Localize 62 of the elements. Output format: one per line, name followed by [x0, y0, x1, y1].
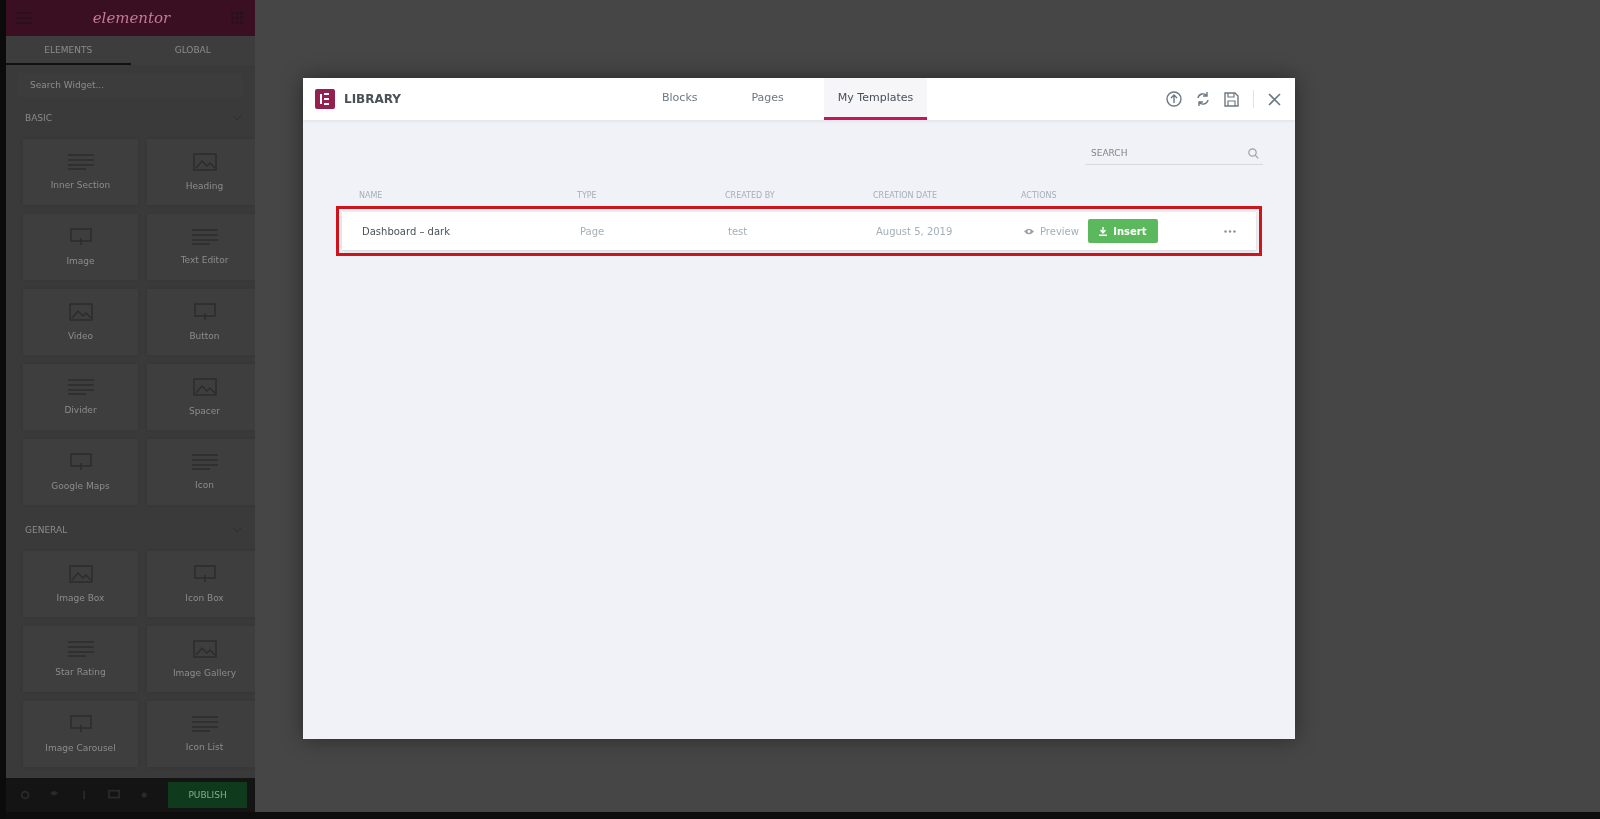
- widget-label: Spacer: [188, 406, 221, 416]
- more-icon[interactable]: [1224, 229, 1236, 233]
- widget-card[interactable]: Heading: [147, 139, 255, 205]
- widget-label: Image: [66, 256, 95, 266]
- column-header: CREATED BY: [725, 191, 776, 200]
- panel-tab[interactable]: GLOBAL: [130, 36, 255, 65]
- widget-label: Button: [189, 331, 220, 341]
- widget-label: Heading: [185, 181, 224, 191]
- widget-card[interactable]: Icon List: [147, 701, 255, 767]
- table-cell-text: Page: [580, 225, 606, 237]
- table-cell-text: test: [728, 225, 749, 237]
- column-header: NAME: [359, 191, 384, 200]
- table-cell-text: Dashboard – dark: [362, 225, 451, 237]
- widget-card[interactable]: Image Carousel: [23, 701, 138, 767]
- close-icon[interactable]: [1268, 92, 1281, 106]
- column-header: CREATION DATE: [873, 191, 938, 200]
- widget-label: Text Editor: [180, 255, 229, 265]
- widget-card[interactable]: Image Gallery: [147, 626, 255, 692]
- library-tab[interactable]: Pages: [737, 78, 798, 120]
- widget-label: Image Carousel: [45, 743, 116, 753]
- widget-label: Icon List: [185, 742, 224, 752]
- widget-label: Inner Section: [50, 180, 111, 190]
- logo-icon: [315, 89, 335, 109]
- widget-card[interactable]: Star Rating: [23, 626, 138, 692]
- widget-label: Image Box: [56, 593, 105, 603]
- column-header: TYPE: [577, 191, 598, 200]
- widget-card[interactable]: Image: [23, 214, 138, 280]
- panel-tab[interactable]: ELEMENTS: [6, 36, 131, 65]
- widget-label: Icon Box: [185, 593, 224, 603]
- download-icon: [1099, 226, 1108, 236]
- widget-card[interactable]: Video: [23, 289, 138, 355]
- widget-card[interactable]: Icon Box: [147, 551, 255, 617]
- widget-card[interactable]: Inner Section: [23, 139, 138, 205]
- section-title: GENERAL: [25, 525, 68, 535]
- widget-card[interactable]: Button: [147, 289, 255, 355]
- widget-card[interactable]: Spacer: [147, 364, 255, 430]
- widget-card[interactable]: Google Maps: [23, 439, 138, 505]
- column-header: ACTIONS: [1021, 191, 1058, 200]
- logo: elementor: [92, 9, 171, 27]
- sync-icon[interactable]: [1196, 91, 1210, 107]
- library-tab[interactable]: Blocks: [648, 78, 712, 120]
- widget-card[interactable]: Image Box: [23, 551, 138, 617]
- widget-label: Star Rating: [55, 667, 106, 677]
- upload-icon[interactable]: [1166, 91, 1182, 107]
- insert-button[interactable]: Insert: [1087, 219, 1158, 243]
- widget-card[interactable]: Divider: [23, 364, 138, 430]
- widget-label: Video: [67, 331, 94, 341]
- library-tab[interactable]: My Templates: [823, 78, 928, 120]
- table-cell-text: August 5, 2019: [876, 225, 954, 237]
- search-field[interactable]: SEARCH: [1089, 147, 1248, 159]
- section-title: BASIC: [25, 113, 52, 123]
- widget-card[interactable]: Icon: [147, 439, 255, 505]
- search-icon: [1248, 147, 1259, 159]
- widget-label: Image Gallery: [172, 668, 237, 678]
- publish-button[interactable]: PUBLISH: [168, 782, 247, 808]
- widget-label: Icon: [195, 480, 214, 490]
- widget-card[interactable]: Text Editor: [147, 214, 255, 280]
- save-icon[interactable]: [1224, 91, 1239, 107]
- widget-label: Divider: [64, 405, 97, 415]
- dialog-title: LIBRARY: [344, 92, 402, 106]
- widget-label: Google Maps: [51, 481, 110, 491]
- preview-button[interactable]: Preview: [1024, 225, 1079, 237]
